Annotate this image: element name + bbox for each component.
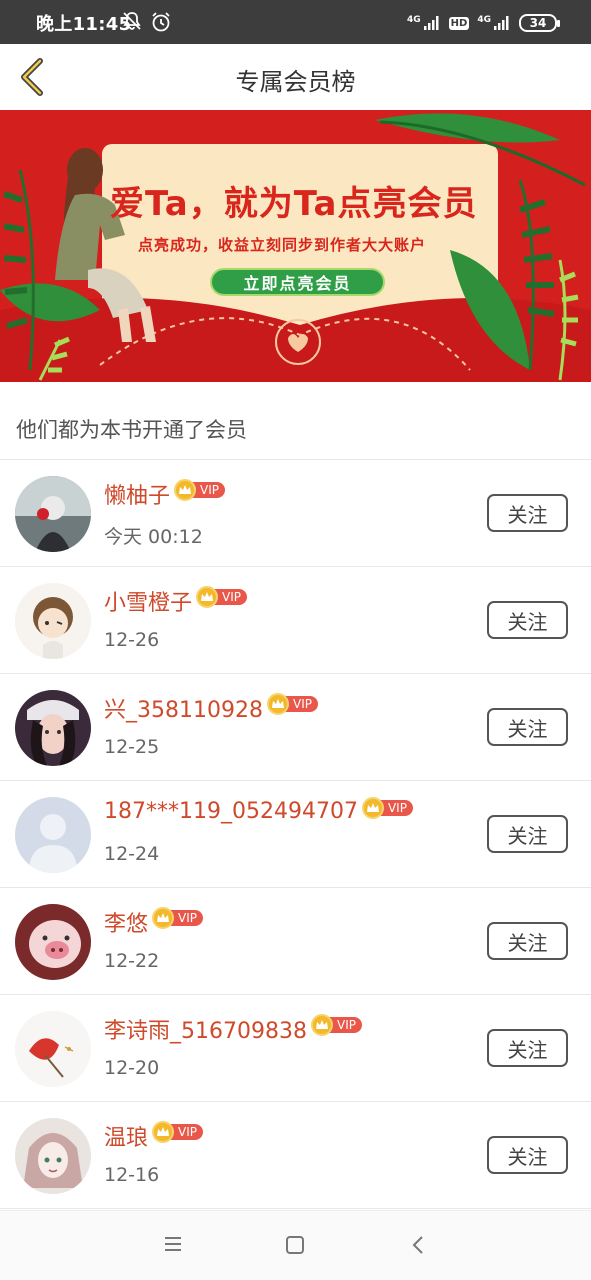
member-date: 12-16 bbox=[104, 1164, 160, 1186]
follow-button[interactable]: 关注 bbox=[487, 601, 568, 639]
crown-icon bbox=[152, 1121, 175, 1143]
member-name[interactable]: 李悠 bbox=[104, 906, 148, 938]
status-time: 晚上11:45 bbox=[36, 14, 132, 35]
crown-icon bbox=[196, 586, 219, 608]
page-title: 专属会员榜 bbox=[235, 68, 356, 96]
light-up-vip-button[interactable]: 立即点亮会员 bbox=[210, 268, 385, 296]
vip-badge: VIP bbox=[196, 586, 247, 608]
avatar[interactable] bbox=[15, 797, 91, 873]
system-nav-bar bbox=[0, 1210, 591, 1280]
crown-icon bbox=[310, 1014, 333, 1036]
vip-badge: VIP bbox=[310, 1014, 362, 1036]
battery-indicator: 34 bbox=[519, 14, 560, 32]
member-name-wrap: 兴_358110928 VIP bbox=[104, 692, 318, 724]
member-name-wrap: 李悠 VIP bbox=[104, 906, 203, 938]
list-item[interactable]: 李悠 VIP 12-22 关注 bbox=[0, 888, 591, 995]
member-name[interactable]: 懒柚子 bbox=[104, 478, 170, 510]
member-name-wrap: 温琅 VIP bbox=[104, 1120, 203, 1152]
avatar[interactable] bbox=[15, 583, 91, 659]
member-name[interactable]: 李诗雨_516709838 bbox=[104, 1013, 307, 1045]
crown-icon bbox=[174, 479, 197, 501]
member-date: 12-24 bbox=[104, 843, 160, 865]
member-name-wrap: 187***119_052494707 VIP bbox=[104, 796, 413, 824]
header-bar: 专属会员榜 bbox=[0, 44, 591, 110]
follow-button[interactable]: 关注 bbox=[487, 815, 568, 853]
vip-badge: VIP bbox=[361, 796, 413, 819]
banner-subtitle: 点亮成功，收益立刻同步到作者大大账户 bbox=[138, 236, 427, 254]
member-name[interactable]: 187***119_052494707 bbox=[104, 799, 358, 824]
list-item[interactable]: 懒柚子 VIP 今天 00:12 关注 bbox=[0, 460, 591, 567]
member-name-wrap: 懒柚子 VIP bbox=[104, 478, 225, 510]
list-item[interactable]: 187***119_052494707 VIP 12-24 关注 bbox=[0, 781, 591, 888]
avatar[interactable] bbox=[15, 690, 91, 766]
member-date: 12-25 bbox=[104, 736, 160, 758]
banner-headline: 爱Ta，就为Ta点亮会员 bbox=[110, 184, 478, 224]
section-title: 他们都为本书开通了会员 bbox=[16, 418, 247, 442]
member-date: 12-22 bbox=[104, 950, 160, 972]
avatar[interactable] bbox=[15, 1118, 91, 1194]
list-item[interactable]: 李诗雨_516709838 VIP 12-20 关注 bbox=[0, 995, 591, 1102]
avatar[interactable] bbox=[15, 1011, 91, 1087]
vip-badge: VIP bbox=[152, 1121, 203, 1143]
member-list: 懒柚子 VIP 今天 00:12 关注 小雪橙子 VIP 12-26 关注 兴_… bbox=[0, 460, 591, 1209]
vip-badge: VIP bbox=[266, 693, 318, 715]
follow-button[interactable]: 关注 bbox=[487, 1029, 568, 1067]
follow-button[interactable]: 关注 bbox=[487, 708, 568, 746]
crown-icon bbox=[152, 907, 175, 929]
default-avatar-icon bbox=[15, 797, 91, 873]
avatar[interactable] bbox=[15, 476, 91, 552]
crown-icon bbox=[266, 693, 289, 715]
member-name[interactable]: 兴_358110928 bbox=[104, 692, 263, 724]
crown-icon bbox=[361, 796, 384, 819]
status-bar: 晚上11:45 4G HD 4G 34 bbox=[0, 0, 591, 44]
menu-icon[interactable] bbox=[163, 1235, 183, 1257]
follow-button[interactable]: 关注 bbox=[487, 1136, 568, 1174]
network-type-label: 4G bbox=[407, 15, 421, 25]
list-item[interactable]: 小雪橙子 VIP 12-26 关注 bbox=[0, 567, 591, 674]
signal-4g-icon: 4G bbox=[407, 15, 441, 31]
avatar[interactable] bbox=[15, 904, 91, 980]
follow-button[interactable]: 关注 bbox=[487, 922, 568, 960]
network-type-label-2: 4G bbox=[477, 15, 491, 25]
member-name[interactable]: 温琅 bbox=[104, 1120, 148, 1152]
hd-badge: HD bbox=[448, 16, 470, 30]
list-item[interactable]: 温琅 VIP 12-16 关注 bbox=[0, 1102, 591, 1209]
back-nav-icon[interactable] bbox=[410, 1235, 426, 1259]
member-name-wrap: 李诗雨_516709838 VIP bbox=[104, 1013, 362, 1045]
member-name[interactable]: 小雪橙子 bbox=[104, 585, 192, 617]
list-item[interactable]: 兴_358110928 VIP 12-25 关注 bbox=[0, 674, 591, 781]
member-date: 今天 00:12 bbox=[104, 526, 203, 548]
member-date: 12-20 bbox=[104, 1057, 160, 1079]
home-icon[interactable] bbox=[285, 1235, 305, 1259]
alarm-icon bbox=[150, 11, 172, 37]
vip-badge: VIP bbox=[174, 479, 225, 501]
promo-banner[interactable]: 爱Ta，就为Ta点亮会员 点亮成功，收益立刻同步到作者大大账户 立即点亮会员 bbox=[0, 110, 591, 382]
signal-4g-icon-2: 4G bbox=[477, 15, 511, 31]
member-date: 12-26 bbox=[104, 629, 160, 651]
vip-badge: VIP bbox=[152, 907, 203, 929]
follow-button[interactable]: 关注 bbox=[487, 494, 568, 532]
member-name-wrap: 小雪橙子 VIP bbox=[104, 585, 247, 617]
mute-notification-icon bbox=[122, 11, 142, 35]
